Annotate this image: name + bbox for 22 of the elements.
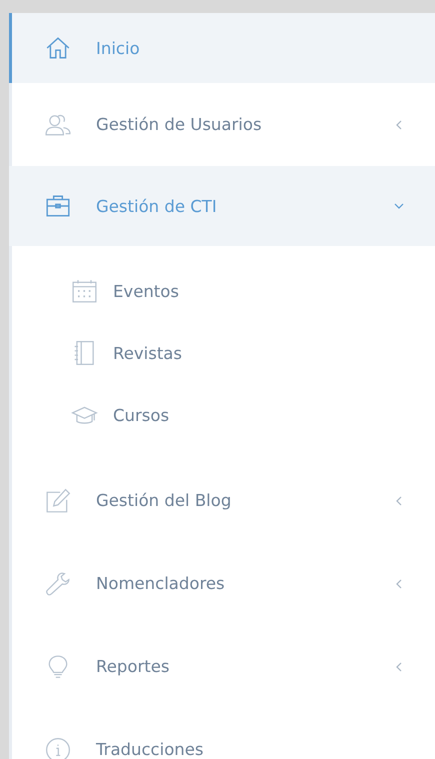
submenu-item[interactable]: Cursos — [12, 384, 435, 446]
menu-item[interactable]: Gestión de Usuarios — [9, 83, 435, 166]
menu-item[interactable]: Nomencladores — [9, 542, 435, 625]
menu-item[interactable]: Inicio — [9, 13, 435, 83]
calendar-icon — [70, 278, 99, 304]
menu-item[interactable]: Reportes — [9, 625, 435, 708]
menu-item[interactable]: Gestión de CTI — [9, 166, 435, 246]
menu-item[interactable]: Traducciones — [9, 708, 435, 759]
submenu-label: Revistas — [113, 344, 182, 362]
menu-label: Gestión de CTI — [96, 196, 218, 216]
info-icon — [43, 736, 73, 759]
submenu-item[interactable]: Eventos — [12, 260, 435, 322]
menu-label: Inicio — [96, 38, 141, 58]
menu-label: Traducciones — [96, 740, 205, 759]
menu-label: Gestión de Usuarios — [96, 115, 263, 134]
submenu-label: Eventos — [113, 282, 179, 300]
menu-label: Gestión del Blog — [96, 491, 232, 510]
menu-item[interactable]: Gestión del Blog — [9, 459, 435, 542]
menu-label: Reportes — [96, 657, 170, 676]
submenu-item[interactable]: Revistas — [12, 322, 435, 384]
menu-label: Nomencladores — [96, 574, 226, 593]
submenu-label: Cursos — [113, 406, 170, 424]
